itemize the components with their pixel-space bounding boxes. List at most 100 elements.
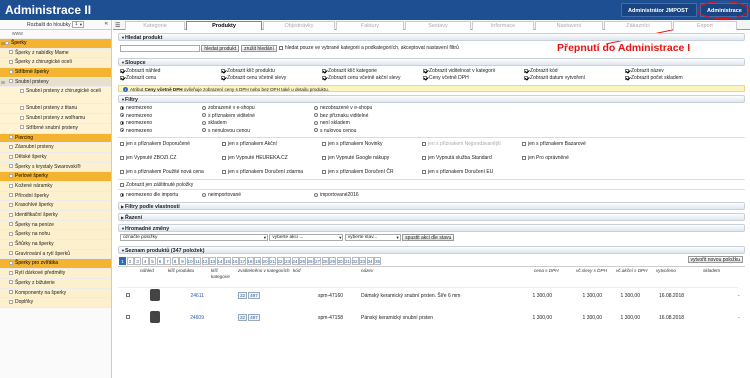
page-link[interactable]: 6	[156, 256, 164, 265]
page-link[interactable]: 17	[239, 256, 246, 265]
category-checkbox-icon[interactable]	[9, 280, 13, 285]
radio-button[interactable]	[202, 192, 206, 197]
column-option[interactable]: Zobrazit název	[625, 68, 664, 74]
filter-radio[interactable]: skladem	[202, 120, 227, 126]
page-link[interactable]: 7	[164, 256, 171, 265]
column-checkbox[interactable]	[120, 68, 124, 73]
flag-checkbox[interactable]	[522, 141, 526, 146]
filter-flag[interactable]: jen s příznakem Akční	[222, 141, 277, 147]
category-checkbox-icon[interactable]	[9, 290, 13, 295]
column-checkbox[interactable]	[625, 68, 629, 73]
page-link[interactable]: 9	[179, 256, 186, 265]
column-option[interactable]: Zobrazit viditelnost v kategorii	[423, 68, 495, 74]
category-checkbox-icon[interactable]	[9, 251, 13, 256]
tab-3[interactable]: Faktury	[336, 21, 404, 30]
filter-radio[interactable]: bez příznaku viditelné	[314, 113, 368, 119]
category-checkbox-icon[interactable]	[9, 212, 13, 217]
flag-checkbox[interactable]	[222, 155, 226, 160]
category-checkbox-icon[interactable]	[9, 299, 13, 304]
row-checkbox[interactable]	[126, 315, 130, 319]
page-link[interactable]: 5	[149, 256, 156, 265]
category-checkbox-icon[interactable]	[20, 106, 24, 111]
tab-2[interactable]: Objednávky	[263, 21, 335, 30]
category-checkbox-icon[interactable]	[5, 40, 9, 45]
import-radio[interactable]: neomezeno dle importu	[120, 192, 178, 198]
category-checkbox-icon[interactable]	[9, 144, 13, 149]
sidebar-item[interactable]: Šperky z chirurgické oceli	[0, 58, 111, 69]
flag-checkbox[interactable]	[322, 155, 326, 160]
page-link[interactable]: 3	[134, 256, 141, 265]
tab-5[interactable]: Informace	[472, 21, 534, 30]
category-checkbox-icon[interactable]	[9, 69, 13, 74]
sidebar-item[interactable]: Šperky z bižuterie	[0, 278, 111, 289]
flag-checkbox[interactable]	[120, 141, 124, 146]
radio-button[interactable]	[202, 113, 206, 118]
sidebar-item[interactable]: ⊟ Snubní prsteny	[0, 77, 111, 88]
expand-depth-select[interactable]: 1	[72, 21, 85, 28]
radio-button[interactable]	[314, 105, 318, 110]
column-checkbox[interactable]	[423, 75, 427, 80]
category-checkbox-icon[interactable]	[9, 164, 13, 169]
page-link[interactable]: 24	[291, 256, 299, 265]
filter-flag[interactable]: jen s příznakem Novinky	[322, 141, 382, 147]
column-option[interactable]: Zobrazit klíč produktu	[221, 68, 275, 74]
page-link[interactable]: 20	[261, 256, 269, 265]
flag-checkbox[interactable]	[322, 141, 326, 146]
flag-checkbox[interactable]	[422, 141, 426, 146]
page-link[interactable]: 14	[216, 256, 224, 265]
flag-checkbox[interactable]	[422, 169, 426, 174]
filter-radio[interactable]: zobrazené v e-shopu	[202, 105, 255, 111]
page-link[interactable]: 13	[209, 256, 216, 265]
filter-flag[interactable]: jen s příznakem Doporučené	[120, 141, 190, 147]
radio-button[interactable]	[120, 105, 124, 110]
expand-toggle-icon[interactable]: ⊟	[1, 78, 5, 87]
tab-8[interactable]: Export	[673, 21, 737, 30]
category-checkbox-icon[interactable]	[20, 125, 24, 130]
page-link[interactable]: 26	[306, 256, 314, 265]
sidebar-item[interactable]: Komponenty na šperky	[0, 288, 111, 299]
filter-flag[interactable]: jen s příznakem Doručení EU	[422, 169, 493, 175]
filter-radio[interactable]: nezobrazené v e-shopu	[314, 105, 372, 111]
page-link[interactable]: 15	[224, 256, 231, 265]
sidebar-item[interactable]: Identifikační šperky	[0, 211, 111, 221]
collapse-icon[interactable]: «	[105, 21, 108, 27]
expand-depth-control[interactable]: Rozbalit do hloubky 1 «	[0, 20, 111, 30]
visibility-badge[interactable]: 22	[238, 314, 248, 321]
visibility-badge[interactable]: 22	[238, 292, 248, 299]
category-checkbox-icon[interactable]	[9, 193, 13, 198]
category-checkbox-icon[interactable]	[9, 173, 13, 178]
category-checkbox-icon[interactable]	[9, 270, 13, 275]
radio-button[interactable]	[314, 113, 318, 118]
search-section-header[interactable]: ▼ Hledat produkt	[118, 33, 745, 41]
filter-flag[interactable]: jen Vypnuté ZBOZI.CZ	[120, 155, 176, 161]
sidebar-item[interactable]: Piercing	[0, 133, 111, 144]
category-checkbox-icon[interactable]	[9, 50, 13, 55]
page-link[interactable]: 2	[126, 256, 134, 265]
sidebar-item[interactable]: Snubní prsteny z wolframu	[0, 114, 111, 124]
filter-flag[interactable]: jen s příznakem Doručení ČR	[322, 169, 394, 175]
category-checkbox-icon[interactable]	[9, 79, 13, 84]
page-link[interactable]: 25	[299, 256, 306, 265]
flag-checkbox[interactable]	[522, 155, 526, 160]
columns-section-header[interactable]: ▼ Sloupce	[118, 58, 745, 66]
bulk-run-button[interactable]: spustit akci dle stavu	[402, 234, 455, 241]
page-link[interactable]: 30	[336, 256, 344, 265]
import-radio[interactable]: importované2016	[314, 192, 359, 198]
tab-1[interactable]: Produkty	[186, 21, 262, 30]
flag-checkbox[interactable]	[322, 169, 326, 174]
filter-radio[interactable]: s nulovou cenou	[314, 128, 356, 134]
column-option[interactable]: Zobrazit kód	[524, 68, 558, 74]
column-checkbox[interactable]	[524, 75, 528, 80]
filter-radio[interactable]: s nenulovou cenou	[202, 128, 250, 134]
page-link[interactable]: 18	[246, 256, 254, 265]
page-link[interactable]: 21	[269, 256, 276, 265]
sidebar-item[interactable]: Doplňky	[0, 298, 111, 308]
sidebar-item[interactable]: Šperky na peníze	[0, 220, 111, 231]
column-checkbox[interactable]	[625, 75, 629, 80]
bulk-section-header[interactable]: ▼ Hromadné změny	[118, 224, 745, 232]
page-link[interactable]: 22	[276, 256, 284, 265]
tab-7[interactable]: Zákazníci	[604, 21, 672, 30]
category-checkbox-icon[interactable]	[9, 202, 13, 207]
page-link[interactable]: 11	[194, 256, 201, 265]
tab-6[interactable]: Nastavení	[535, 21, 603, 30]
